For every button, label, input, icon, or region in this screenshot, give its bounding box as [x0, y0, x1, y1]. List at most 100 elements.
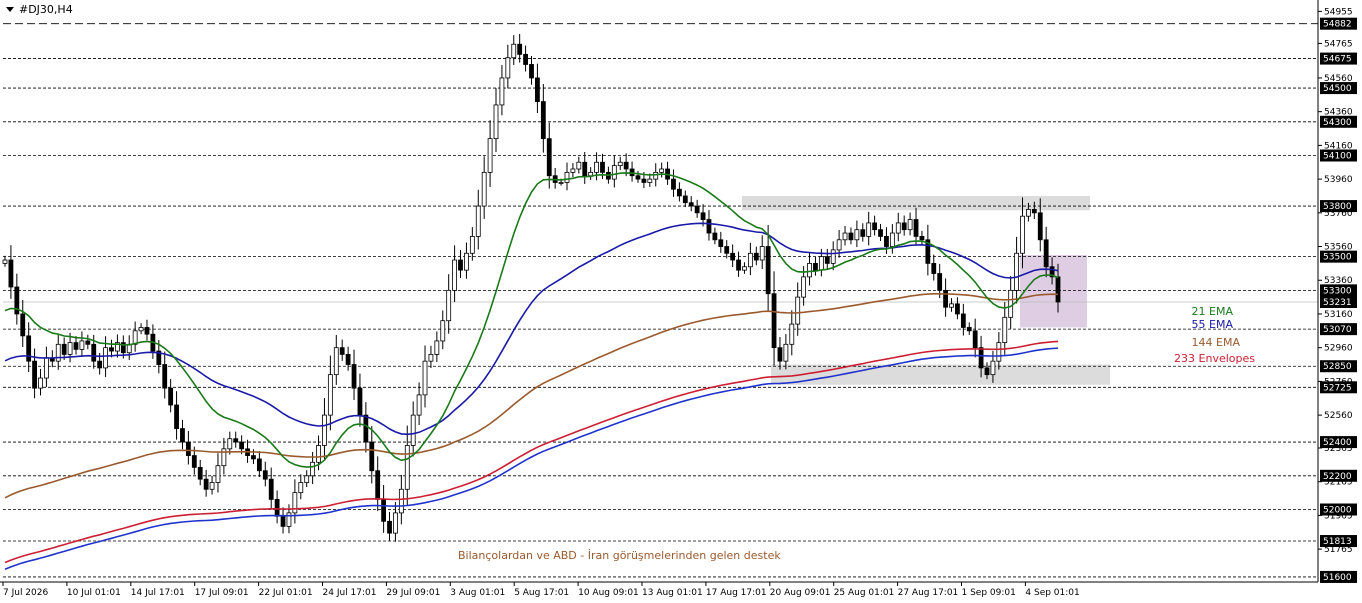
price-tick-label: 52560 [1324, 411, 1353, 421]
candle-body [393, 512, 398, 534]
time-tick-label: 3 Aug 01:01 [450, 588, 505, 598]
candle-body [363, 414, 369, 443]
candle-body [535, 77, 540, 102]
candle-body [943, 289, 949, 308]
candle-body [505, 57, 511, 79]
candle-body [777, 347, 783, 362]
candle-body [1002, 316, 1008, 344]
candle-body [570, 168, 576, 173]
candle-body [333, 347, 339, 376]
level-tag-label: 53300 [1323, 286, 1352, 296]
price-tick-label: 52960 [1324, 344, 1353, 354]
candle-body [1020, 215, 1025, 254]
candle-body [789, 323, 795, 345]
candle-body [351, 364, 357, 389]
candle-body [322, 414, 327, 446]
candle-body [611, 165, 617, 180]
candle-body [523, 53, 528, 65]
candle-body [949, 303, 954, 308]
level-tag-label: 52200 [1323, 472, 1352, 482]
candle-body [487, 138, 493, 173]
time-tick-label: 10 Jul 01:01 [67, 588, 121, 598]
candle-body [813, 262, 818, 271]
candle-body [564, 171, 570, 183]
candle-body [736, 259, 741, 271]
zone-box [771, 364, 1110, 385]
candle-body [310, 461, 316, 477]
candle-body [298, 482, 304, 494]
candle-body [38, 377, 43, 389]
candle-body [955, 303, 960, 315]
candle-body [434, 340, 440, 355]
candle-body [807, 262, 812, 278]
candle-body [410, 414, 416, 446]
candle-body [481, 171, 487, 207]
candle-body [191, 455, 197, 468]
candle-body [742, 266, 747, 271]
candle-body [103, 347, 108, 369]
candle-body [600, 161, 605, 173]
candle-body [818, 256, 824, 271]
level-tag-label: 54300 [1323, 118, 1352, 128]
candle-body [67, 342, 73, 355]
candle-body [682, 195, 688, 204]
candle-body [85, 340, 91, 345]
candle-body [913, 219, 919, 237]
candle-body [511, 43, 517, 59]
candle-body [842, 232, 848, 241]
candle-body [747, 252, 753, 268]
time-tick-label: 17 Aug 17:01 [706, 588, 767, 598]
candle-body [671, 178, 676, 190]
candle-body [404, 445, 410, 490]
candle-body [801, 276, 807, 298]
candle-body [304, 475, 310, 483]
time-tick-label: 4 Sep 01:01 [1025, 588, 1079, 598]
candle-body [966, 327, 972, 332]
candle-body [97, 360, 103, 369]
candle-body [641, 178, 647, 183]
candle-body [180, 428, 185, 443]
candle-body [2, 259, 8, 264]
candle-body [558, 182, 564, 184]
legend-envelopes: 233 Envelopes [1174, 352, 1255, 365]
candle-body [576, 161, 582, 170]
candle-body [8, 259, 14, 288]
candle-body [215, 465, 221, 483]
candle-body [848, 232, 854, 241]
candle-body [676, 188, 682, 197]
candle-body [1008, 289, 1014, 318]
candle-body [327, 374, 333, 416]
candle-body [446, 289, 452, 322]
time-tick-label: 5 Aug 17:01 [514, 588, 569, 598]
candle-body [132, 330, 138, 345]
candle-body [884, 236, 889, 247]
candle-body [931, 262, 937, 274]
candle-body [730, 252, 736, 261]
candle-body [919, 236, 925, 241]
candle-body [73, 342, 79, 350]
candle-body [55, 343, 61, 362]
candle-body [239, 441, 245, 450]
time-tick-label: 1 Sep 09:01 [962, 588, 1016, 598]
time-tick-label: 20 Aug 09:01 [770, 588, 831, 598]
candle-body [653, 171, 659, 180]
candle-body [540, 101, 546, 140]
candle-body [759, 246, 765, 261]
level-tag-label: 53500 [1323, 253, 1352, 263]
legend-ema21: 21 EMA [1192, 305, 1234, 318]
candle-body [694, 205, 700, 214]
candle-body [32, 360, 37, 389]
candle-body [1031, 209, 1037, 214]
price-chart[interactable]: 5495554765545605436054160539605376053560… [0, 0, 1362, 603]
chart-annotation: Bilançolardan ve ABD - İran görüşmelerin… [458, 549, 781, 562]
candle-body [44, 357, 49, 379]
symbol-title: #DJ30,H4 [19, 3, 73, 16]
candle-body [274, 498, 280, 517]
candle-body [594, 161, 599, 173]
candle-body [830, 249, 836, 264]
candle-body [582, 161, 588, 177]
candle-body [233, 438, 239, 443]
candle-body [972, 330, 978, 349]
candle-body [1037, 212, 1043, 241]
candle-body [458, 259, 463, 271]
